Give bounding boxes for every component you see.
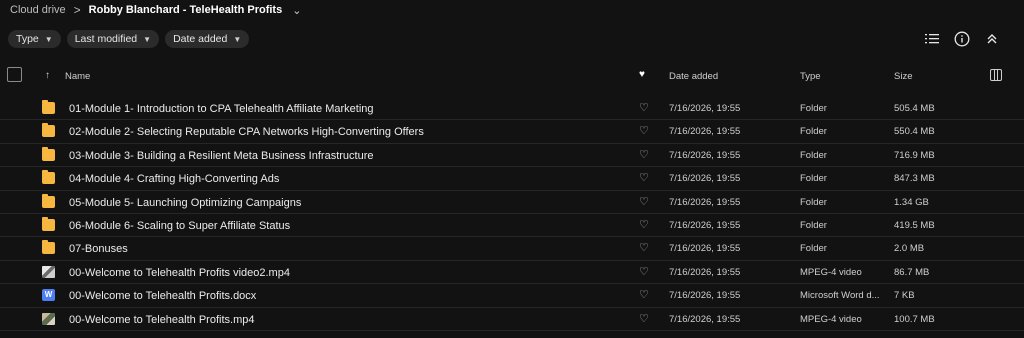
file-name: 05-Module 5- Launching Optimizing Campai…: [69, 196, 302, 209]
file-date-added: 7/16/2026, 19:55: [669, 126, 741, 138]
filter-last-modified-button[interactable]: Last modified ▼: [66, 30, 160, 48]
file-type: Folder: [800, 103, 827, 114]
file-type: Folder: [800, 149, 827, 161]
file-type: Folder: [800, 219, 827, 231]
table-row[interactable]: 07-Bonuses ♡ 7/16/2026, 19:55 Folder 2.0…: [0, 237, 1024, 261]
folder-icon: [42, 123, 55, 138]
info-icon[interactable]: [954, 30, 970, 48]
file-name: 02-Module 2- Selecting Reputable CPA Net…: [69, 126, 424, 139]
collapse-icon[interactable]: [984, 30, 1000, 48]
filter-type-label: Type: [16, 33, 39, 45]
file-size: 550.4 MB: [894, 126, 935, 138]
table-row[interactable]: W 00-Welcome to Telehealth Profits.docx …: [0, 284, 1024, 308]
file-date-added: 7/16/2026, 19:55: [669, 290, 741, 302]
file-date-added: 7/16/2026, 19:55: [669, 313, 741, 325]
file-date-added: 7/16/2026, 19:55: [669, 149, 741, 161]
folder-icon: [42, 216, 55, 231]
select-all-checkbox[interactable]: [7, 67, 22, 82]
file-date-added: 7/16/2026, 19:55: [669, 266, 741, 278]
file-size: 86.7 MB: [894, 266, 930, 278]
file-list: 01-Module 1- Introduction to CPA Telehea…: [0, 97, 1024, 331]
table-row[interactable]: 00-Welcome to Telehealth Profits.mp4 ♡ 7…: [0, 308, 1024, 331]
table-row[interactable]: 06-Module 6- Scaling to Super Affiliate …: [0, 214, 1024, 238]
file-name: 01-Module 1- Introduction to CPA Telehea…: [69, 103, 374, 115]
file-type: MPEG-4 video: [800, 313, 862, 325]
file-type: Microsoft Word d...: [800, 290, 880, 302]
table-row[interactable]: 04-Module 4- Crafting High-Converting Ad…: [0, 167, 1024, 191]
view-toolbar: [924, 30, 1000, 48]
list-view-icon[interactable]: [924, 30, 940, 48]
column-settings-icon[interactable]: [990, 69, 1002, 81]
favorite-outline-icon[interactable]: ♡: [639, 101, 649, 114]
file-type: MPEG-4 video: [800, 266, 862, 278]
word-document-icon: W: [42, 289, 55, 302]
favorite-outline-icon[interactable]: ♡: [639, 288, 649, 301]
file-size: 419.5 MB: [894, 219, 935, 231]
chevron-down-icon: ▼: [44, 34, 53, 44]
file-name: 06-Module 6- Scaling to Super Affiliate …: [69, 219, 291, 232]
breadcrumb: Cloud drive > Robby Blanchard - TeleHeal…: [10, 3, 301, 17]
favorite-outline-icon[interactable]: ♡: [639, 124, 649, 137]
favorite-outline-icon[interactable]: ♡: [639, 195, 649, 208]
favorite-outline-icon[interactable]: ♡: [639, 218, 649, 231]
chevron-down-icon: ▼: [233, 34, 242, 44]
table-row[interactable]: 03-Module 3- Building a Resilient Meta B…: [0, 144, 1024, 168]
sort-ascending-icon[interactable]: ↑: [45, 70, 50, 81]
file-size: 716.9 MB: [894, 149, 935, 161]
column-header-name[interactable]: Name: [65, 71, 90, 82]
filter-date-added-label: Date added: [173, 33, 228, 45]
file-name: 03-Module 3- Building a Resilient Meta B…: [69, 149, 374, 162]
folder-icon: [42, 193, 55, 208]
video-thumbnail-icon: [42, 265, 55, 278]
column-header-date-added[interactable]: Date added: [669, 71, 718, 82]
table-row[interactable]: 05-Module 5- Launching Optimizing Campai…: [0, 191, 1024, 214]
file-date-added: 7/16/2026, 19:55: [669, 173, 741, 185]
file-size: 1.34 GB: [894, 196, 929, 208]
filter-date-added-button[interactable]: Date added ▼: [165, 30, 250, 48]
file-name: 07-Bonuses: [69, 243, 128, 256]
file-date-added: 7/16/2026, 19:55: [669, 103, 741, 114]
breadcrumb-current[interactable]: Robby Blanchard - TeleHealth Profits: [89, 4, 283, 16]
video-thumbnail-icon: [42, 312, 55, 325]
folder-icon: [42, 170, 55, 185]
favorite-outline-icon[interactable]: ♡: [639, 241, 649, 254]
file-size: 2.0 MB: [894, 243, 925, 255]
file-type: Folder: [800, 173, 827, 185]
file-date-added: 7/16/2026, 19:55: [669, 243, 741, 255]
file-name: 00-Welcome to Telehealth Profits video2.…: [69, 266, 290, 279]
file-size: 847.3 MB: [894, 173, 935, 185]
filter-type-button[interactable]: Type ▼: [8, 30, 61, 48]
filter-last-modified-label: Last modified: [74, 33, 138, 45]
file-date-added: 7/16/2026, 19:55: [669, 219, 741, 231]
column-header-type[interactable]: Type: [800, 71, 821, 82]
folder-icon: [42, 146, 55, 161]
table-row[interactable]: 02-Module 2- Selecting Reputable CPA Net…: [0, 120, 1024, 144]
file-name: 00-Welcome to Telehealth Profits.docx: [69, 290, 257, 303]
file-date-added: 7/16/2026, 19:55: [669, 196, 741, 208]
favorite-filled-icon[interactable]: ♥: [639, 69, 645, 80]
filter-bar: Type ▼ Last modified ▼ Date added ▼: [8, 30, 250, 48]
breadcrumb-root[interactable]: Cloud drive: [10, 4, 66, 16]
favorite-outline-icon[interactable]: ♡: [639, 265, 649, 278]
file-type: Folder: [800, 196, 827, 208]
column-header-size[interactable]: Size: [894, 71, 912, 82]
favorite-outline-icon[interactable]: ♡: [639, 148, 649, 161]
chevron-down-icon: ▼: [143, 34, 152, 44]
folder-icon: [42, 240, 55, 255]
table-header: ↑ Name ♥ Date added Type Size: [0, 66, 1024, 90]
folder-icon: [42, 100, 55, 114]
file-name: 00-Welcome to Telehealth Profits.mp4: [69, 313, 255, 326]
file-size: 505.4 MB: [894, 103, 935, 114]
table-row[interactable]: 00-Welcome to Telehealth Profits video2.…: [0, 261, 1024, 285]
file-size: 100.7 MB: [894, 313, 935, 325]
file-type: Folder: [800, 126, 827, 138]
file-size: 7 KB: [894, 290, 915, 302]
breadcrumb-separator-icon: >: [73, 3, 81, 17]
table-row[interactable]: 01-Module 1- Introduction to CPA Telehea…: [0, 97, 1024, 121]
favorite-outline-icon[interactable]: ♡: [639, 312, 649, 325]
favorite-outline-icon[interactable]: ♡: [639, 171, 649, 184]
file-name: 04-Module 4- Crafting High-Converting Ad…: [69, 173, 280, 186]
chevron-down-icon[interactable]: ⌄: [292, 4, 301, 17]
file-type: Folder: [800, 243, 827, 255]
